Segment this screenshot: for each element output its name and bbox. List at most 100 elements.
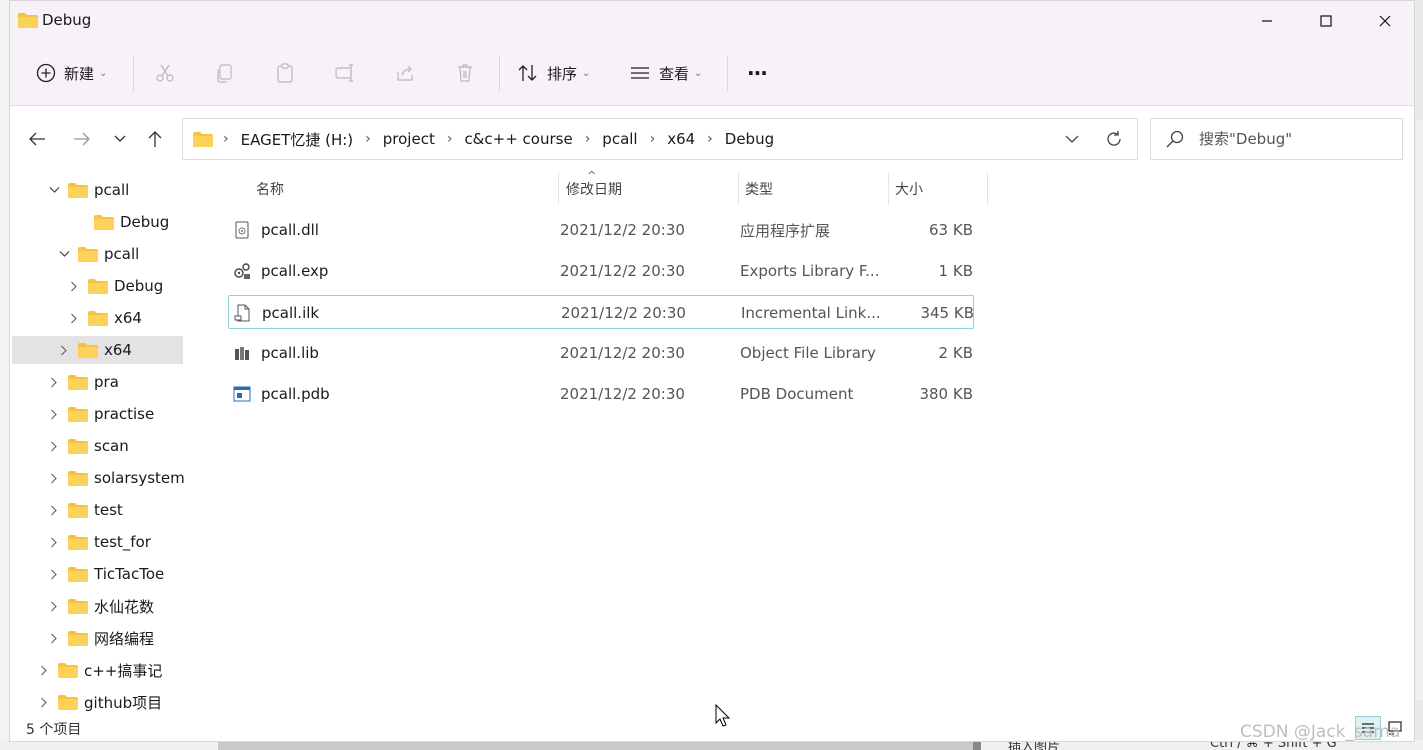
column-divider[interactable]: [738, 172, 739, 205]
sort-button[interactable]: 排序 ⌄: [517, 54, 590, 92]
chevron-right-icon[interactable]: [46, 473, 62, 484]
address-bar[interactable]: › EAGET忆捷 (H:) › project › c&c++ course …: [182, 118, 1138, 160]
file-row[interactable]: pcall.dll 2021/12/2 20:30 应用程序扩展 63 KB: [228, 213, 974, 247]
chevron-right-icon[interactable]: [66, 313, 82, 324]
chevron-down-icon: ⌄: [582, 67, 591, 79]
chevron-right-icon[interactable]: [66, 281, 82, 292]
address-history-button[interactable]: [1059, 128, 1085, 150]
view-button[interactable]: 查看 ⌄: [629, 54, 702, 92]
breadcrumb-item[interactable]: project: [383, 130, 435, 148]
file-row[interactable]: pcall.lib 2021/12/2 20:30 Object File Libr…: [228, 336, 974, 370]
up-button[interactable]: [140, 127, 170, 151]
column-header-size[interactable]: 大小: [895, 172, 923, 205]
folder-icon: [88, 310, 108, 326]
chevron-right-icon[interactable]: [36, 665, 52, 676]
new-button[interactable]: 新建 ⌄: [36, 54, 107, 92]
breadcrumb-item[interactable]: Debug: [725, 130, 774, 148]
file-size: 63 KB: [929, 221, 973, 239]
refresh-button[interactable]: [1101, 128, 1127, 150]
chevron-down-icon: ⌄: [99, 67, 108, 79]
chevron-right-icon[interactable]: [46, 633, 62, 644]
close-button[interactable]: [1356, 1, 1414, 41]
copy-button[interactable]: [213, 61, 237, 85]
rename-button[interactable]: [333, 61, 357, 85]
chevron-down-icon: [1065, 135, 1079, 143]
column-header-date[interactable]: 修改日期: [566, 172, 622, 205]
back-button[interactable]: [22, 127, 52, 151]
column-divider[interactable]: [987, 172, 988, 205]
tree-item[interactable]: github项目: [36, 688, 162, 714]
tree-item[interactable]: pcall: [46, 176, 129, 204]
file-list: ^ 名称 修改日期 类型 大小 pcall.dll 2021/12/2 20:30…: [205, 169, 1414, 714]
paste-button[interactable]: [273, 61, 297, 85]
more-options-button[interactable]: ···: [747, 54, 768, 92]
file-row[interactable]: pcall.exp 2021/12/2 20:30 Exports Library …: [228, 254, 974, 288]
maximize-button[interactable]: [1297, 1, 1355, 41]
chevron-right-icon[interactable]: [46, 601, 62, 612]
folder-icon: [68, 502, 88, 518]
file-date: 2021/12/2 20:30: [560, 385, 685, 403]
column-divider[interactable]: [888, 172, 889, 205]
tree-item[interactable]: 网络编程: [46, 624, 154, 652]
breadcrumb-item[interactable]: x64: [667, 130, 695, 148]
breadcrumb-item[interactable]: c&c++ course: [464, 130, 572, 148]
cut-button[interactable]: [153, 61, 177, 85]
delete-button[interactable]: [453, 61, 477, 85]
folder-icon: [78, 342, 98, 358]
tree-item[interactable]: x64: [66, 304, 142, 332]
chevron-right-icon[interactable]: [46, 441, 62, 452]
file-date: 2021/12/2 20:30: [561, 304, 686, 322]
tree-item[interactable]: pra: [46, 368, 119, 396]
tree-item[interactable]: TicTacToe: [46, 560, 164, 588]
view-label: 查看: [659, 64, 690, 83]
chevron-down-icon[interactable]: [56, 250, 72, 258]
file-row[interactable]: pcall.ilk 2021/12/2 20:30 Incremental Link…: [228, 295, 974, 329]
tree-item[interactable]: scan: [46, 432, 129, 460]
arrow-up-icon: [148, 131, 162, 147]
close-icon: [1379, 15, 1391, 27]
chevron-right-icon[interactable]: [36, 697, 52, 708]
folder-icon: [88, 278, 108, 294]
tree-item[interactable]: x64: [56, 336, 132, 364]
search-box[interactable]: [1150, 118, 1403, 160]
title-bar[interactable]: Debug: [10, 1, 1414, 41]
chevron-down-icon[interactable]: [46, 186, 62, 194]
share-button[interactable]: [393, 61, 417, 85]
chevron-right-icon[interactable]: [46, 505, 62, 516]
file-type: Incremental Link...: [741, 304, 881, 322]
chevron-right-icon[interactable]: [46, 377, 62, 388]
tree-item[interactable]: test: [46, 496, 123, 524]
breadcrumb-item[interactable]: pcall: [602, 130, 637, 148]
pdb-file-icon: [233, 386, 251, 402]
tree-item[interactable]: 水仙花数: [46, 592, 154, 620]
column-header-type[interactable]: 类型: [745, 172, 773, 205]
chevron-right-icon[interactable]: [56, 345, 72, 356]
breadcrumb-item[interactable]: EAGET忆捷 (H:): [241, 129, 354, 150]
recent-locations-button[interactable]: [105, 127, 135, 151]
search-input[interactable]: [1199, 127, 1394, 151]
tree-item[interactable]: practise: [46, 400, 154, 428]
file-row[interactable]: pcall.pdb 2021/12/2 20:30 PDB Document 380 …: [228, 377, 974, 411]
tree-item-label: github项目: [84, 693, 163, 712]
tree-item[interactable]: test_for: [46, 528, 151, 556]
folder-icon: [68, 534, 88, 550]
forward-button[interactable]: [67, 127, 97, 151]
chevron-right-icon[interactable]: [46, 409, 62, 420]
tree-item[interactable]: Debug: [72, 208, 169, 236]
refresh-icon: [1107, 131, 1121, 146]
chevron-right-icon: ›: [446, 131, 453, 147]
chevron-right-icon: ›: [223, 131, 229, 147]
tree-item[interactable]: Debug: [66, 272, 163, 300]
tree-item[interactable]: c++搞事记: [36, 656, 162, 684]
tree-item[interactable]: pcall: [56, 240, 139, 268]
chevron-right-icon[interactable]: [46, 569, 62, 580]
minimize-button[interactable]: [1238, 1, 1296, 41]
new-label: 新建: [64, 64, 95, 83]
column-divider[interactable]: [558, 172, 559, 205]
ilk-file-icon: [234, 304, 250, 322]
tree-item[interactable]: solarsystem: [46, 464, 185, 492]
chevron-right-icon[interactable]: [46, 537, 62, 548]
file-type: Exports Library F...: [740, 262, 880, 280]
column-header-name[interactable]: 名称: [256, 172, 284, 205]
tree-item-label: TicTacToe: [94, 565, 165, 583]
